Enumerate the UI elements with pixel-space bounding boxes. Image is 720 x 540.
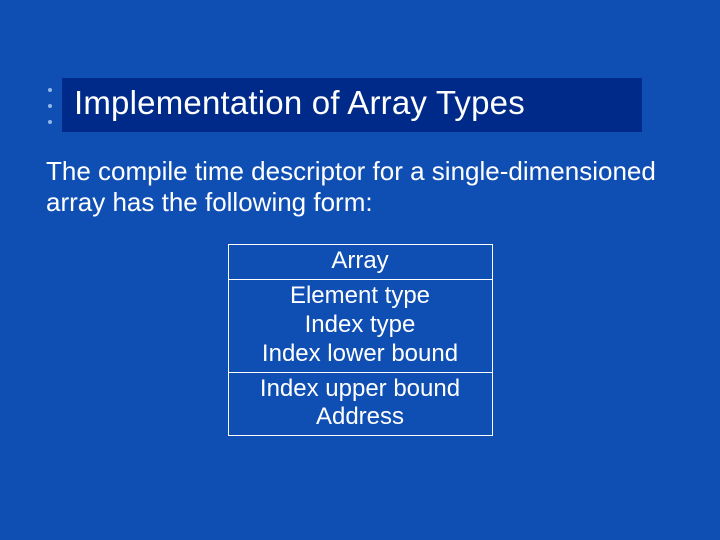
deco-dot (48, 88, 52, 92)
table-cell-text: Array (229, 247, 492, 276)
table-cell-text: Index lower bound (229, 340, 492, 369)
deco-dot (48, 120, 52, 124)
table-row: Element type Index type Index lower boun… (228, 279, 493, 372)
table-cell-text: Element type (229, 282, 492, 311)
title-bar: Implementation of Array Types (62, 78, 642, 132)
table-row: Index upper bound Address (228, 372, 493, 437)
table-cell-text: Index upper bound (229, 375, 492, 404)
top-bullet-decoration (48, 88, 52, 124)
table-cell-text: Index type (229, 311, 492, 340)
slide-body-text: The compile time descriptor for a single… (46, 156, 674, 218)
slide-title: Implementation of Array Types (74, 84, 630, 122)
deco-dot (48, 104, 52, 108)
table-cell-text: Address (229, 403, 492, 432)
table-row: Array (228, 244, 493, 280)
descriptor-table: Array Element type Index type Index lowe… (228, 244, 493, 436)
